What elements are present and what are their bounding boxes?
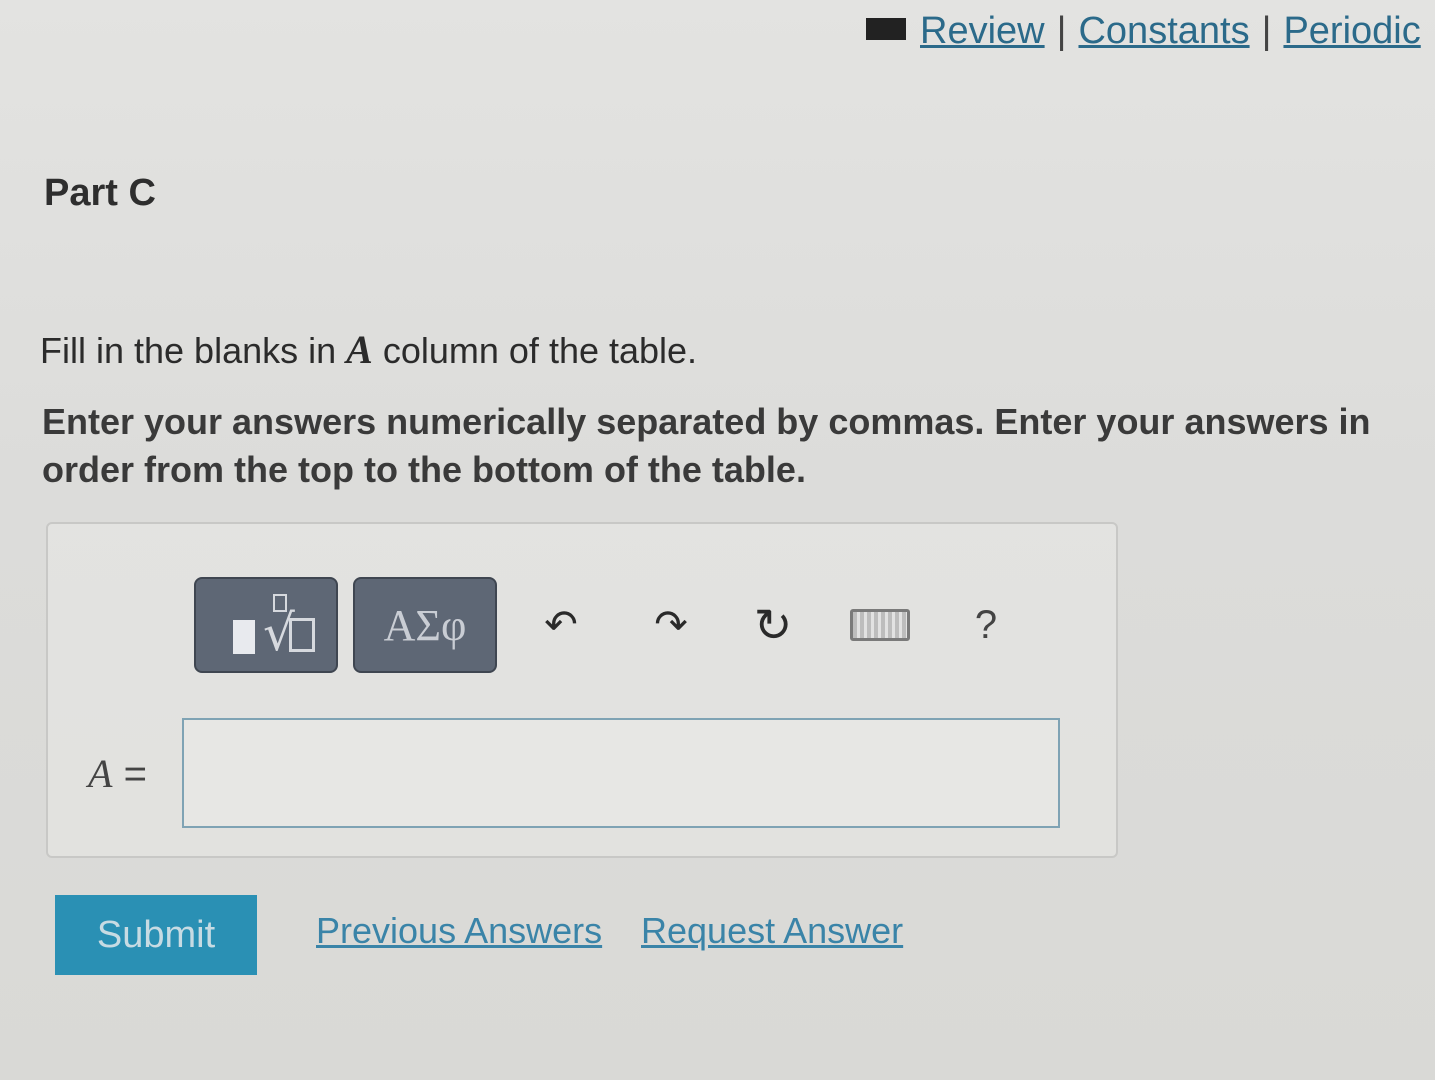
undo-icon[interactable]: ↶ — [536, 600, 586, 650]
request-answer-link[interactable]: Request Answer — [641, 910, 903, 952]
link-separator: | — [1261, 10, 1272, 52]
templates-button[interactable]: √ — [194, 577, 338, 673]
answer-input[interactable] — [182, 718, 1060, 828]
instruction-text: Fill in the blanks in A column of the ta… — [40, 326, 697, 373]
periodic-table-link[interactable]: Periodic — [1283, 10, 1420, 52]
redo-icon[interactable]: ↷ — [646, 600, 696, 650]
keyboard-icon — [850, 609, 910, 641]
review-link[interactable]: Review — [920, 10, 1045, 52]
book-icon — [866, 17, 906, 40]
reset-icon[interactable]: ↻ — [748, 599, 798, 651]
instruction-suffix: column of the table. — [382, 330, 698, 371]
help-button[interactable]: ? — [966, 600, 1006, 650]
templates-radical-icon: √ — [211, 590, 321, 662]
answer-variable: A — [88, 751, 113, 796]
top-nav-links: Review | Constants | Periodic — [866, 10, 1421, 53]
keyboard-button[interactable] — [850, 600, 910, 650]
equals-sign: = — [123, 752, 147, 796]
constants-link[interactable]: Constants — [1078, 10, 1249, 52]
instruction-prefix: Fill in the blanks in — [40, 330, 337, 371]
submit-button[interactable]: Submit — [55, 895, 257, 975]
part-title: Part C — [44, 172, 156, 214]
previous-answers-link[interactable]: Previous Answers — [316, 910, 602, 952]
instruction-variable: A — [346, 327, 373, 372]
answer-variable-label: A = — [88, 750, 147, 797]
answer-format-instruction: Enter your answers numerically separated… — [42, 401, 1371, 490]
symbols-button[interactable]: ΑΣφ — [353, 577, 497, 673]
link-separator: | — [1056, 10, 1067, 52]
